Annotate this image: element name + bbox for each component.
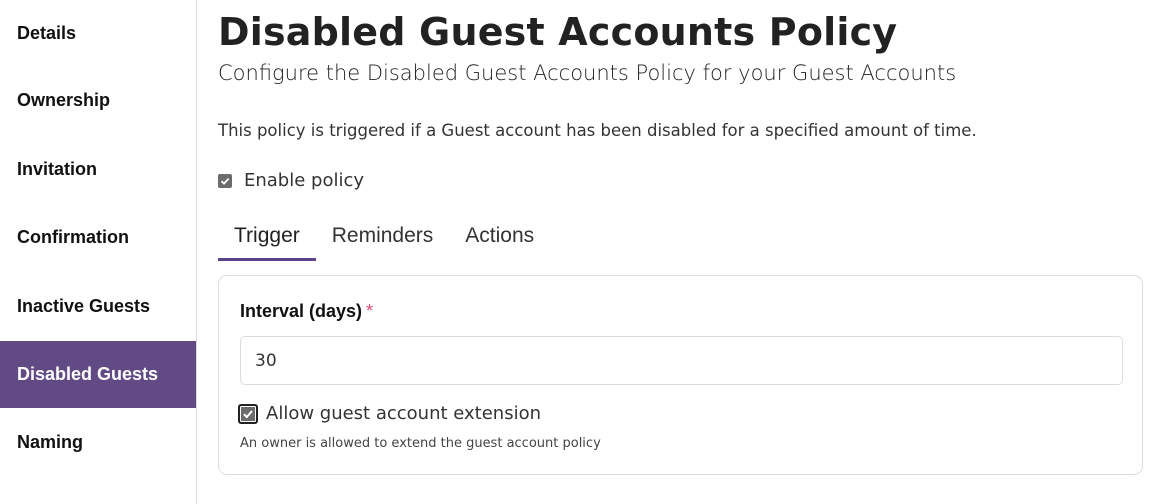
sidebar-item-inactive-guests[interactable]: Inactive Guests [0,273,196,340]
policy-tabs: Trigger Reminders Actions [218,220,550,261]
sidebar-item-label: Confirmation [17,227,129,247]
sidebar-item-label: Naming [17,432,84,452]
interval-label: Interval (days) * [240,301,373,322]
sidebar-item-label: Invitation [17,159,97,179]
enable-policy-checkbox[interactable] [218,173,232,188]
page-subtitle: Configure the Disabled Guest Accounts Po… [218,61,957,85]
sidebar-item-details[interactable]: Details [0,0,196,67]
enable-policy-label: Enable policy [244,170,365,191]
sidebar-item-label: Ownership [17,90,111,110]
extension-help-text: An owner is allowed to extend the guest … [240,436,601,451]
policy-description: This policy is triggered if a Guest acco… [218,121,977,140]
sidebar-item-naming[interactable]: Naming [0,409,196,476]
sidebar-item-disabled-guests[interactable]: Disabled Guests [0,341,196,408]
enable-policy-checkbox-row[interactable]: Enable policy [218,170,364,191]
tab-trigger[interactable]: Trigger [218,220,316,261]
checkmark-icon [243,409,253,418]
sidebar-item-label: Disabled Guests [17,364,159,384]
allow-extension-checkbox-row[interactable]: Allow guest account extension [238,403,541,424]
sidebar-item-invitation[interactable]: Invitation [0,136,196,203]
allow-extension-label: Allow guest account extension [266,403,542,424]
interval-days-input[interactable] [240,336,1123,385]
checkmark-icon [220,177,230,185]
page-title: Disabled Guest Accounts Policy [218,10,898,54]
sidebar-item-confirmation[interactable]: Confirmation [0,204,196,271]
allow-extension-checkbox[interactable] [238,403,258,424]
sidebar-item-label: Inactive Guests [17,296,151,316]
sidebar-item-ownership[interactable]: Ownership [0,67,196,134]
sidebar-item-label: Details [17,23,77,43]
tab-reminders[interactable]: Reminders [316,220,450,261]
trigger-panel: Interval (days)* Allow guest account ext… [218,275,1143,475]
required-marker: * [366,301,374,321]
interval-label-text: Interval (days) [240,301,363,321]
sidebar-nav: Details Ownership Invitation Confirmatio… [0,0,197,504]
tab-actions[interactable]: Actions [449,220,550,261]
